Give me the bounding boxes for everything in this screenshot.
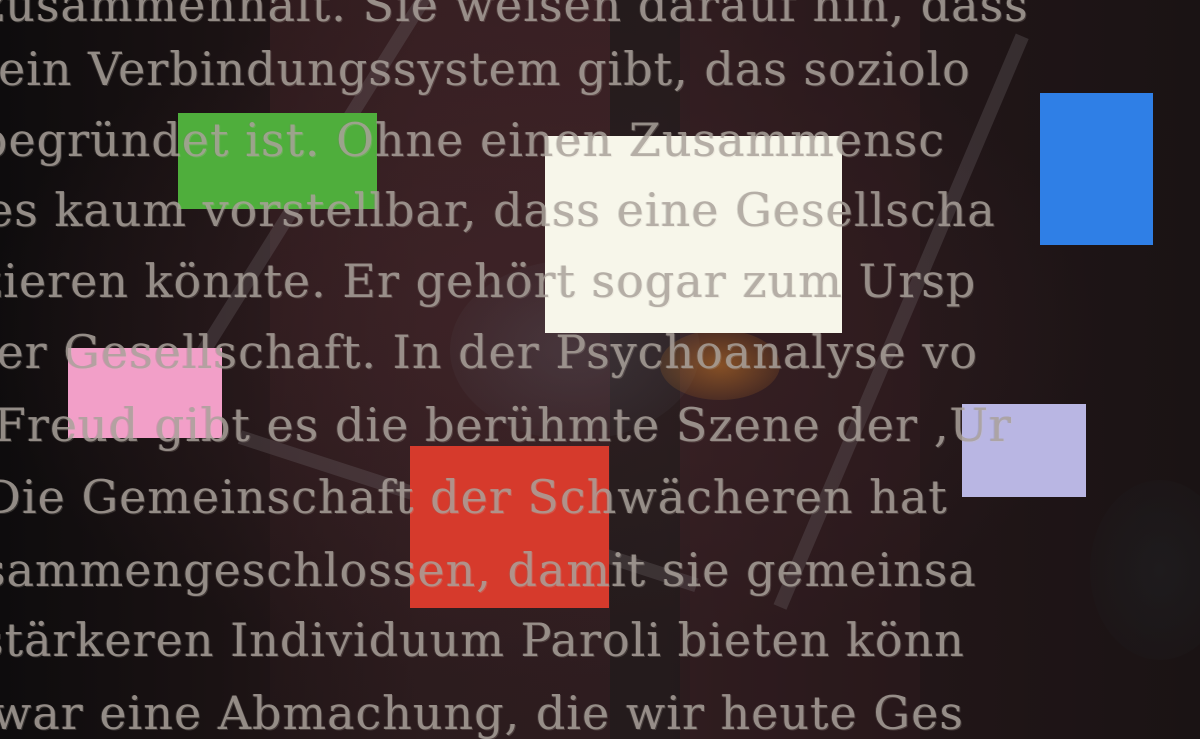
text-line: zusammenhält. Sie weisen darauf hin, das…	[0, 0, 1029, 32]
text-line: begründet ist. Ohne einen Zusammensc	[0, 113, 946, 167]
text-line: war eine Abmachung, die wir heute Ges	[0, 686, 964, 739]
text-line: es kaum vorstellbar, dass eine Gesellsch…	[0, 183, 996, 237]
text-line: ein Verbindungssystem gibt, das soziolo	[0, 42, 971, 96]
text-line: der Gesellschaft. In der Psychoanalyse v…	[0, 325, 979, 379]
text-line: Freud gibt es die berühmte Szene der ‚Ur	[0, 398, 1012, 452]
text-line: zieren könnte. Er gehört sogar zum Ursp	[0, 254, 977, 308]
text-line: stärkeren Individuum Paroli bieten könn	[0, 613, 965, 667]
painting-canvas: zusammenhält. Sie weisen darauf hin, das…	[0, 0, 1200, 739]
text-line: Die Gemeinschaft der Schwächeren hat	[0, 470, 948, 524]
text-line: sammengeschlossen, damit sie gemeinsa	[0, 543, 977, 597]
painted-text: zusammenhält. Sie weisen darauf hin, das…	[0, 0, 1200, 739]
